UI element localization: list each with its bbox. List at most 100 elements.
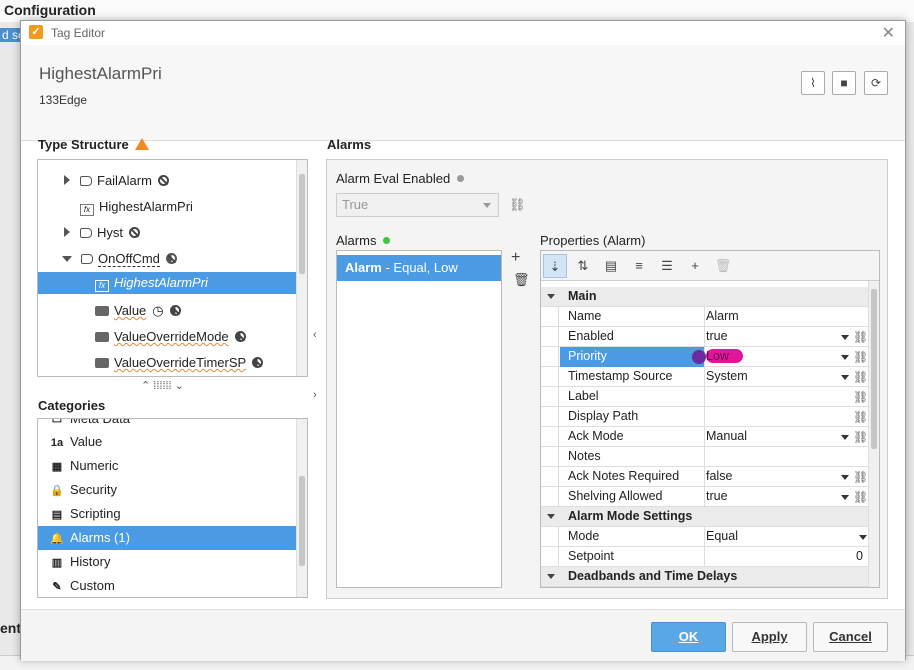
pulse-icon[interactable]: ⌇: [801, 71, 825, 95]
property-value[interactable]: System: [706, 369, 748, 383]
property-row[interactable]: Display Path ⛓: [541, 407, 869, 427]
collapse-icon[interactable]: [62, 256, 72, 262]
chevron-down-icon[interactable]: [859, 535, 867, 540]
window-titlebar[interactable]: ✓ Tag Editor ✕: [21, 21, 905, 45]
tree-item-highestalarmpri-selected[interactable]: fx HighestAlarmPri: [38, 272, 296, 294]
ok-button[interactable]: OK: [651, 622, 726, 652]
chevron-down-icon[interactable]: [841, 495, 849, 500]
property-value[interactable]: true: [706, 329, 728, 343]
category-custom[interactable]: ✎ Custom: [38, 574, 296, 597]
expand-right-icon[interactable]: ›: [313, 389, 317, 401]
delete-alarm-icon[interactable]: 🗑: [513, 272, 530, 288]
categories-scrollbar[interactable]: [296, 419, 307, 597]
refresh-icon[interactable]: ⟳: [864, 71, 888, 95]
property-category-row[interactable]: Main: [541, 287, 869, 307]
scroll-thumb[interactable]: [299, 476, 305, 566]
sort-alpha-icon[interactable]: ⇅: [571, 254, 595, 278]
category-history[interactable]: ▥ History: [38, 550, 296, 574]
tree-item-onoffcmd[interactable]: OnOffCmd: [62, 248, 177, 270]
property-row[interactable]: Timestamp Source System ⛓: [541, 367, 869, 387]
property-row[interactable]: Ack Notes Required false ⛓: [541, 467, 869, 487]
splitter-up-icon[interactable]: ⌃ ⁞⁞⁞⁞⁞⁞ ⌄: [141, 379, 184, 392]
tree-item-valueoverridetimersp[interactable]: ValueOverrideTimerSP: [95, 352, 264, 374]
category-alarms[interactable]: 🔔 Alarms (1): [38, 526, 296, 550]
type-structure-tree[interactable]: FailAlarm fx HighestAlarmPri Hyst OnOffCm…: [37, 159, 308, 377]
tree-item-highestalarmpri[interactable]: fx HighestAlarmPri: [80, 196, 193, 218]
collapse-category-icon[interactable]: [547, 294, 555, 299]
category-scripting[interactable]: ▤ Scripting: [38, 502, 296, 526]
chevron-down-icon[interactable]: [841, 355, 849, 360]
value-icon: [95, 332, 109, 342]
delete-property-icon[interactable]: 🗑: [711, 254, 735, 278]
expand-icon[interactable]: [64, 227, 70, 237]
tree-item-failalarm[interactable]: FailAlarm: [64, 170, 169, 192]
property-value[interactable]: Alarm: [706, 309, 739, 323]
chevron-down-icon[interactable]: [841, 435, 849, 440]
category-security[interactable]: 🔒 Security: [38, 478, 296, 502]
tree-item-hyst[interactable]: Hyst: [64, 222, 140, 244]
collapse-category-icon[interactable]: [547, 514, 555, 519]
binding-link-icon[interactable]: ⛓: [853, 350, 868, 364]
property-row[interactable]: Shelving Allowed true ⛓: [541, 487, 869, 507]
row-gutter: [541, 547, 559, 567]
row-gutter: [541, 367, 559, 387]
property-row[interactable]: Mode Equal: [541, 527, 869, 547]
binding-link-icon[interactable]: ⛓: [853, 490, 868, 504]
add-alarm-icon[interactable]: +: [511, 249, 520, 267]
row-gutter: [541, 387, 559, 407]
scroll-thumb[interactable]: [299, 174, 305, 274]
binding-link-icon[interactable]: ⛓: [509, 197, 526, 213]
tree-item-valueoverridemode[interactable]: ValueOverrideMode: [95, 326, 246, 348]
property-category-row[interactable]: Alarm Mode Settings: [541, 507, 869, 527]
binding-link-icon[interactable]: ⛓: [853, 330, 868, 344]
alarm-list-item[interactable]: Alarm - Equal, Low: [337, 255, 501, 281]
chevron-down-icon[interactable]: [841, 475, 849, 480]
binding-link-icon[interactable]: ⛓: [853, 410, 868, 424]
scroll-thumb[interactable]: [871, 289, 877, 449]
sort-category-icon[interactable]: ⇣: [543, 254, 567, 278]
cancel-button[interactable]: Cancel: [813, 622, 888, 652]
property-row[interactable]: Name Alarm: [541, 307, 869, 327]
categories-list[interactable]: ▭ Meta Data 1a Value ▦ Numeric 🔒 Security ▤ S…: [37, 418, 308, 598]
calculator-icon: ▦: [51, 461, 63, 473]
collapse-all-icon[interactable]: ☰: [655, 254, 679, 278]
property-row[interactable]: Notes: [541, 447, 869, 467]
collapse-left-icon[interactable]: ‹: [313, 329, 317, 341]
property-value[interactable]: Low: [706, 349, 743, 363]
properties-grid[interactable]: ⇣ ⇅ ▤ ≡ ☰ + 🗑 Main Name Alarm Enabled true ⛓ P…: [540, 250, 880, 588]
property-row[interactable]: Enabled true ⛓: [541, 327, 869, 347]
property-value[interactable]: true: [706, 489, 728, 503]
chevron-down-icon[interactable]: [841, 335, 849, 340]
property-value[interactable]: Manual: [706, 429, 747, 443]
property-category-row[interactable]: Deadbands and Time Delays: [541, 567, 869, 587]
binding-link-icon[interactable]: ⛓: [853, 430, 868, 444]
property-value[interactable]: false: [706, 469, 732, 483]
properties-scrollbar[interactable]: [868, 281, 879, 587]
apply-button[interactable]: Apply: [732, 622, 807, 652]
property-pages-icon[interactable]: ▤: [599, 254, 623, 278]
alarm-eval-select[interactable]: True: [336, 193, 499, 217]
category-value[interactable]: 1a Value: [38, 430, 296, 454]
property-row[interactable]: Setpoint 0: [541, 547, 869, 567]
property-value[interactable]: 0: [856, 549, 863, 563]
collapse-category-icon[interactable]: [547, 574, 555, 579]
expand-icon[interactable]: [64, 175, 70, 185]
chevron-down-icon[interactable]: [841, 375, 849, 380]
status-dot-green: [383, 237, 391, 244]
alarms-list[interactable]: Alarm - Equal, Low: [336, 250, 502, 588]
binding-link-icon[interactable]: ⛓: [853, 370, 868, 384]
tree-item-value[interactable]: Value ◷: [95, 300, 181, 322]
category-label: Value: [70, 434, 103, 449]
close-icon[interactable]: ✕: [882, 23, 895, 43]
add-property-icon[interactable]: +: [683, 254, 707, 278]
property-row[interactable]: Priority Low ⛓: [541, 347, 869, 367]
property-row[interactable]: Label ⛓: [541, 387, 869, 407]
property-value[interactable]: Equal: [706, 529, 738, 543]
binding-link-icon[interactable]: ⛓: [853, 470, 868, 484]
category-numeric[interactable]: ▦ Numeric: [38, 454, 296, 478]
tree-scrollbar[interactable]: [296, 160, 307, 376]
json-edit-icon[interactable]: ■: [832, 71, 856, 95]
expand-all-icon[interactable]: ≡: [627, 254, 651, 278]
property-row[interactable]: Ack Mode Manual ⛓: [541, 427, 869, 447]
binding-link-icon[interactable]: ⛓: [853, 390, 868, 404]
